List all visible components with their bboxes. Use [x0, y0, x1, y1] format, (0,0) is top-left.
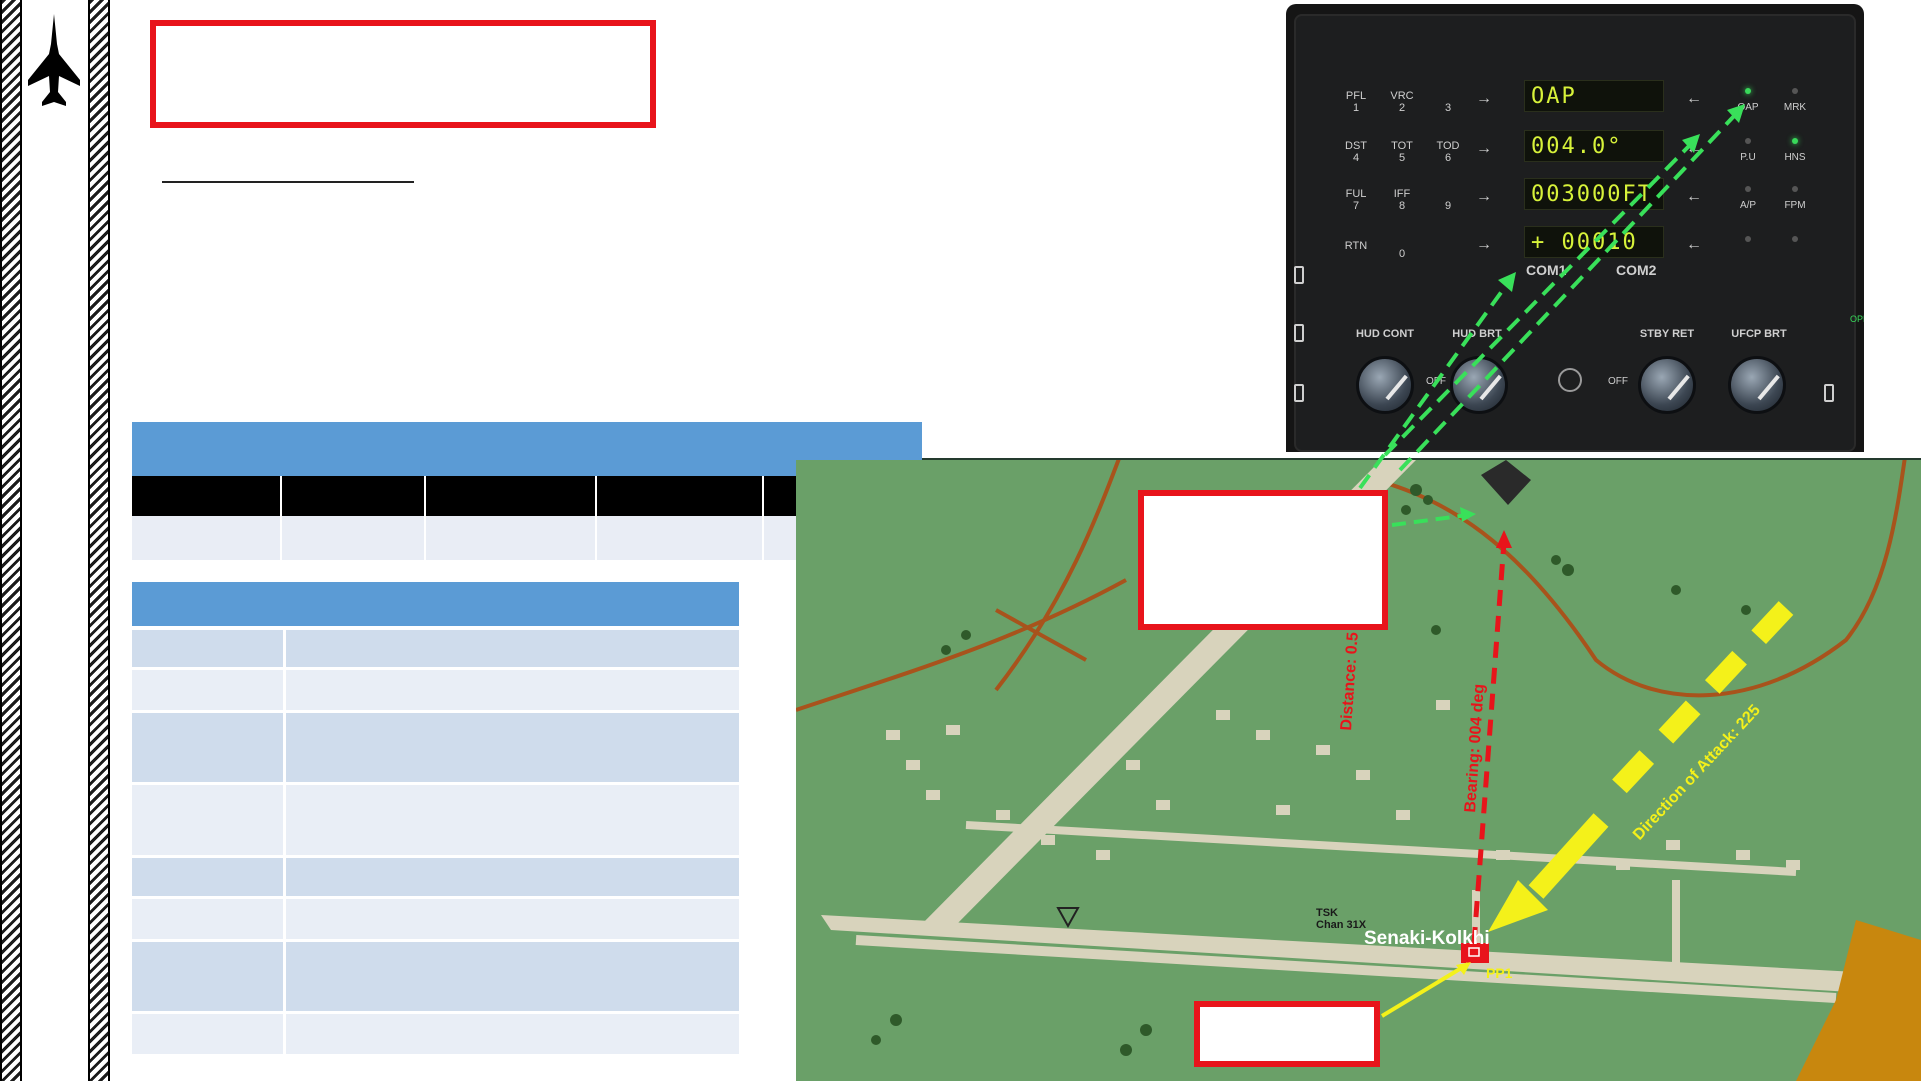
fpm-indicator-light [1792, 186, 1798, 192]
com2-label: COM2 [1616, 262, 1657, 278]
table-cell [426, 516, 597, 560]
ufcp-brt-label: UFCP BRT [1731, 328, 1787, 340]
indicator-light [1792, 236, 1798, 242]
right-rail-stripe [88, 0, 110, 1081]
key-3[interactable]: 3 [1430, 102, 1466, 114]
table-row [132, 630, 739, 670]
waypoint-callout-box [1194, 1001, 1380, 1067]
left-arrow-icon[interactable]: → [1476, 188, 1492, 206]
target-callout-box [1138, 490, 1388, 630]
left-arrow-icon[interactable]: → [1476, 236, 1492, 254]
key-dst[interactable]: DST 4 [1338, 140, 1374, 164]
left-rail-stripe [0, 0, 22, 1081]
side-button[interactable] [1294, 384, 1304, 402]
table-cell [597, 516, 764, 560]
table-row [132, 858, 739, 899]
left-arrow-icon[interactable]: → [1476, 90, 1492, 108]
hud-cont-label: HUD CONT [1355, 328, 1415, 340]
lcd-line-3: 003000FT [1524, 178, 1664, 210]
hud-brt-label: HUD BRT [1452, 328, 1502, 340]
toggle-switch[interactable] [1558, 368, 1582, 392]
ufcp-panel: PFL 1 VRC 2 3 DST 4 TOT 5 TOD 6 FUL 7 IF… [1286, 4, 1864, 452]
oap-indicator-light [1745, 88, 1751, 94]
pu-indicator-label[interactable]: P.U [1728, 152, 1768, 163]
table-row [132, 1014, 739, 1057]
key-vrc[interactable]: VRC 2 [1384, 90, 1420, 114]
details-table-header [132, 582, 739, 626]
key-tod[interactable]: TOD 6 [1430, 140, 1466, 164]
key-9[interactable]: 9 [1430, 200, 1466, 212]
details-table [132, 582, 739, 1057]
table-row [132, 899, 739, 942]
right-arrow-icon[interactable]: ← [1686, 140, 1702, 158]
off-label: OFF [1426, 376, 1446, 387]
side-button[interactable] [1294, 266, 1304, 284]
key-rtn[interactable]: RTN [1338, 240, 1374, 252]
ap-indicator-light [1745, 186, 1751, 192]
table-row [132, 670, 739, 713]
lcd-line-1: OAP [1524, 80, 1664, 112]
airfield-name-label: Senaki-Kolkhi [1364, 928, 1490, 949]
side-button[interactable] [1824, 384, 1834, 402]
tacan-label: TSK Chan 31X [1316, 907, 1367, 931]
waypoint-label: PP1 [1486, 965, 1513, 981]
indicator-light [1745, 236, 1751, 242]
com1-label: COM1 [1526, 262, 1567, 278]
key-0[interactable]: 0 [1384, 248, 1420, 260]
lcd-line-2: 004.0° [1524, 130, 1664, 162]
right-arrow-icon[interactable]: ← [1686, 236, 1702, 254]
table-cell [282, 476, 426, 516]
left-arrow-icon[interactable]: → [1476, 140, 1492, 158]
lcd-line-4: + 00010 [1524, 226, 1664, 258]
hns-indicator-light [1792, 138, 1798, 144]
table-row [132, 713, 739, 785]
right-arrow-icon[interactable]: ← [1686, 90, 1702, 108]
key-pfl[interactable]: PFL 1 [1338, 90, 1374, 114]
ap-indicator-label[interactable]: A/P [1728, 200, 1768, 211]
table-cell [132, 516, 282, 560]
hns-indicator-label[interactable]: HNS [1775, 152, 1815, 163]
hud-cont-knob[interactable] [1356, 356, 1414, 414]
table-cell [282, 516, 426, 560]
table-cell [426, 476, 597, 516]
table-cell [597, 476, 764, 516]
table-row [132, 942, 739, 1014]
mrk-indicator-light [1792, 88, 1798, 94]
stby-ret-knob[interactable] [1638, 356, 1696, 414]
pu-indicator-light [1745, 138, 1751, 144]
oap-indicator-label[interactable]: OAP [1728, 102, 1768, 113]
ufcp-brt-knob[interactable] [1728, 356, 1786, 414]
mrk-indicator-label[interactable]: MRK [1775, 102, 1815, 113]
title-callout-box [150, 20, 656, 128]
key-iff[interactable]: IFF 8 [1384, 188, 1420, 212]
subtitle-underline [162, 181, 414, 183]
table-row [132, 785, 739, 858]
jet-aircraft-icon [28, 14, 80, 106]
key-tot[interactable]: TOT 5 [1384, 140, 1420, 164]
right-arrow-icon[interactable]: ← [1686, 188, 1702, 206]
key-ful[interactable]: FUL 7 [1338, 188, 1374, 212]
hud-brt-knob[interactable] [1450, 356, 1508, 414]
fpm-indicator-label[interactable]: FPM [1775, 200, 1815, 211]
open-label: OPEN [1850, 314, 1864, 324]
table-cell [132, 476, 282, 516]
stby-ret-label: STBY RET [1639, 328, 1695, 340]
off-label: OFF [1608, 376, 1628, 387]
side-button[interactable] [1294, 324, 1304, 342]
